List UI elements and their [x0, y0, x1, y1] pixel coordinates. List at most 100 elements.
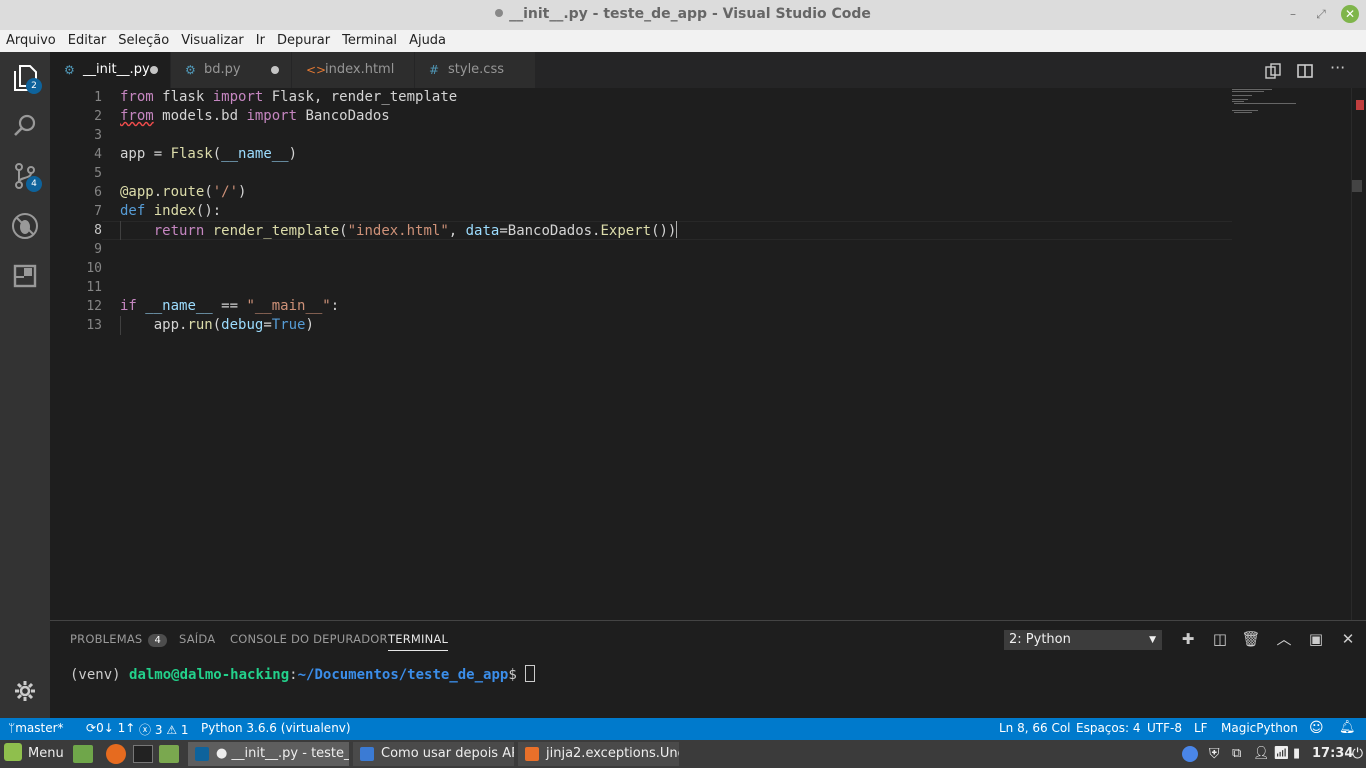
code-line[interactable]: app.run(debug=True): [120, 316, 1230, 335]
source-control-button[interactable]: 4: [0, 152, 50, 200]
search-button[interactable]: [0, 102, 50, 150]
scroll-thumb[interactable]: [1352, 180, 1362, 192]
menu-help[interactable]: Ajuda: [403, 31, 452, 51]
explorer-badge: 2: [26, 78, 42, 94]
tab-bd-py[interactable]: ⚙ bd.py: [171, 52, 291, 88]
tab-style-css[interactable]: # style.css: [415, 52, 535, 88]
problems-status[interactable]: ⓧ 3 ⚠ 1: [139, 721, 189, 738]
tab-terminal[interactable]: TERMINAL: [388, 632, 449, 651]
modified-dot-icon[interactable]: [271, 66, 279, 74]
files-app-icon[interactable]: [159, 745, 179, 763]
line-number-gutter: 1 2 3 4 5 6 7 8 9 10 11 12 13: [50, 88, 102, 335]
open-changes-icon[interactable]: [1264, 62, 1282, 80]
screenshot-icon[interactable]: ⧉: [1232, 743, 1241, 765]
smiley-feedback-icon[interactable]: ☺: [1309, 720, 1324, 736]
code-line[interactable]: [120, 164, 1230, 183]
taskbar-window-label: jinja2.exceptions.Und...: [546, 746, 679, 761]
terminal-prompt: $: [508, 667, 526, 683]
taskbar-window-firefox[interactable]: jinja2.exceptions.Und...: [518, 742, 679, 766]
code-line[interactable]: [120, 126, 1230, 145]
minimap-preview: [1232, 89, 1296, 113]
code-line[interactable]: [120, 278, 1230, 297]
battery-icon[interactable]: ▮: [1293, 743, 1300, 765]
terminal-app-icon[interactable]: [133, 745, 153, 763]
new-terminal-icon[interactable]: ✚: [1178, 629, 1198, 649]
code-line[interactable]: app = Flask(__name__): [120, 145, 1230, 164]
code-line[interactable]: from flask import Flask, render_template: [120, 88, 1230, 107]
editor-tabs: ⚙ __init__.py ⚙ bd.py <> index.html # st…: [50, 52, 1366, 88]
power-icon[interactable]: ⏻: [1352, 743, 1363, 765]
maximize-button[interactable]: ⤢: [1312, 5, 1330, 23]
minimap[interactable]: [1230, 88, 1350, 620]
line-number: 2: [94, 109, 102, 124]
sync-status[interactable]: ⟳0↓ 1↑: [86, 721, 135, 735]
explorer-button[interactable]: 2: [0, 54, 50, 102]
extensions-button[interactable]: [0, 252, 50, 300]
clock[interactable]: 17:34: [1312, 743, 1353, 765]
extensions-icon: [13, 264, 37, 288]
taskbar-window-vscode[interactable]: ● __init__.py - teste_d...: [188, 742, 349, 766]
chevron-up-icon[interactable]: ︿: [1274, 629, 1294, 649]
tab-index-html[interactable]: <> index.html: [292, 52, 414, 88]
user-icon[interactable]: 👤︎: [1253, 743, 1270, 765]
encoding-status[interactable]: UTF-8: [1147, 721, 1182, 735]
code-line[interactable]: def index():: [120, 202, 1230, 221]
code-line[interactable]: @app.route('/'): [120, 183, 1230, 202]
bell-icon[interactable]: 🔔︎: [1339, 720, 1356, 735]
modified-dot-icon[interactable]: [150, 66, 158, 74]
terminal-output[interactable]: (venv) dalmo@dalmo-hacking:~/Documentos/…: [70, 665, 536, 683]
language-status[interactable]: MagicPython: [1221, 721, 1298, 735]
split-terminal-icon[interactable]: ◫: [1210, 629, 1230, 649]
toggle-panel-icon[interactable]: ▣: [1306, 629, 1326, 649]
taskbar-window-browser[interactable]: Como usar depois AP...: [353, 742, 514, 766]
menu-view[interactable]: Visualizar: [175, 31, 250, 51]
tab-init-py[interactable]: ⚙ __init__.py: [50, 52, 170, 88]
start-menu-button[interactable]: Menu: [4, 743, 64, 765]
interpreter-status[interactable]: Python 3.6.6 (virtualenv): [201, 721, 351, 735]
line-number: 10: [86, 261, 102, 276]
wifi-icon[interactable]: 📶︎: [1273, 743, 1290, 765]
chrome-tray-icon[interactable]: [1182, 746, 1198, 762]
show-desktop-icon[interactable]: [73, 745, 93, 763]
tab-problems[interactable]: PROBLEMAS 4: [70, 632, 167, 647]
code-line[interactable]: return render_template("index.html", dat…: [120, 221, 1230, 240]
trash-icon[interactable]: 🗑: [1241, 629, 1261, 649]
menu-go[interactable]: Ir: [250, 31, 271, 51]
code-line[interactable]: if __name__ == "__main__":: [120, 297, 1230, 316]
split-editor-icon[interactable]: [1296, 62, 1314, 80]
code-lines: from flask import Flask, render_template…: [120, 88, 1230, 335]
firefox-icon[interactable]: [106, 744, 126, 764]
editor-scrollbar[interactable]: [1351, 88, 1366, 620]
tab-debug-console[interactable]: CONSOLE DO DEPURADOR: [230, 632, 388, 646]
more-actions-icon[interactable]: ···: [1330, 58, 1345, 77]
os-taskbar: Menu ● __init__.py - teste_d... Como usa…: [0, 740, 1366, 768]
close-button[interactable]: ✕: [1341, 5, 1359, 23]
code-line[interactable]: [120, 259, 1230, 278]
python-icon: ⚙: [64, 63, 75, 77]
git-branch[interactable]: ᛘmaster*: [8, 721, 64, 735]
indentation-status[interactable]: Espaços: 4: [1076, 721, 1141, 735]
code-line[interactable]: from models.bd import BancoDados: [120, 107, 1230, 126]
tab-output[interactable]: SAÍDA: [179, 632, 215, 646]
terminal-select[interactable]: 2: Python ▼: [1004, 630, 1162, 650]
settings-button[interactable]: [0, 680, 50, 708]
line-number: 12: [86, 299, 102, 314]
menu-selection[interactable]: Seleção: [112, 31, 175, 51]
menu-edit[interactable]: Editar: [62, 31, 113, 51]
code-line[interactable]: [120, 240, 1230, 259]
cursor-position[interactable]: Ln 8, 66 Col: [999, 721, 1071, 735]
line-number: 4: [94, 147, 102, 162]
line-number: 7: [94, 204, 102, 219]
menu-terminal[interactable]: Terminal: [336, 31, 403, 51]
activity-bar: 2 4: [0, 52, 50, 718]
debug-button[interactable]: [0, 202, 50, 250]
eol-status[interactable]: LF: [1194, 721, 1208, 735]
code-editor[interactable]: 1 2 3 4 5 6 7 8 9 10 11 12 13 from flask…: [50, 88, 1366, 620]
shield-icon[interactable]: ⛨: [1209, 743, 1220, 765]
sync-icon: ⟳: [86, 721, 97, 735]
minimize-button[interactable]: –: [1284, 5, 1302, 23]
menu-file[interactable]: Arquivo: [0, 31, 62, 51]
menu-debug[interactable]: Depurar: [271, 31, 336, 51]
tab-label: index.html: [325, 62, 395, 77]
close-panel-icon[interactable]: ✕: [1338, 629, 1358, 649]
